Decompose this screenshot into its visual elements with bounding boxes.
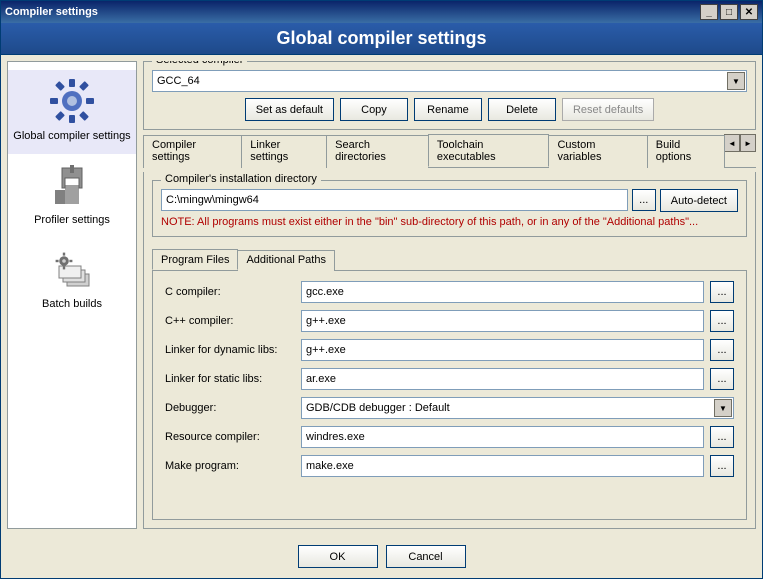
main-tabs: Compiler settings Linker settings Search… [143,134,756,168]
copy-button[interactable]: Copy [340,98,408,121]
auto-detect-button[interactable]: Auto-detect [660,189,738,212]
dropdown-value: GCC_64 [157,75,200,87]
sidebar-item-label: Batch builds [42,298,102,310]
window: Compiler settings _ □ ✕ Global compiler … [0,0,763,579]
sub-tab-additional-paths[interactable]: Additional Paths [237,250,335,271]
window-title: Compiler settings [5,6,700,18]
debugger-dropdown[interactable]: GDB/CDB debugger : Default ▼ [301,397,734,419]
browse-button[interactable]: ... [710,426,734,448]
tab-search-directories[interactable]: Search directories [326,135,429,168]
ok-button[interactable]: OK [298,545,378,568]
cpp-compiler-input[interactable] [301,310,704,332]
footer: OK Cancel [1,535,762,578]
form-label: C compiler: [165,286,295,298]
browse-button[interactable]: ... [710,310,734,332]
browse-button[interactable]: ... [710,455,734,477]
rename-button[interactable]: Rename [414,98,482,121]
dropdown-value: GDB/CDB debugger : Default [306,402,450,414]
row-linker-dynamic: Linker for dynamic libs: ... [165,339,734,361]
sidebar-item-profiler[interactable]: Profiler settings [8,154,136,238]
sub-tabs: Program Files Additional Paths [152,249,747,271]
row-resource-compiler: Resource compiler: ... [165,426,734,448]
install-dir-fieldset: Compiler's installation directory ... Au… [152,180,747,237]
reset-defaults-button: Reset defaults [562,98,654,121]
make-program-input[interactable] [301,455,704,477]
tab-compiler-settings[interactable]: Compiler settings [143,135,242,168]
fieldset-legend: Selected compiler [152,61,247,66]
tabs-scroll-left[interactable]: ◄ [724,134,740,152]
titlebar: Compiler settings _ □ ✕ [1,1,762,23]
window-controls: _ □ ✕ [700,4,758,20]
cancel-button[interactable]: Cancel [386,545,466,568]
form-label: Linker for static libs: [165,373,295,385]
tab-linker-settings[interactable]: Linker settings [241,135,327,168]
batch-icon [42,244,102,294]
row-debugger: Debugger: GDB/CDB debugger : Default ▼ [165,397,734,419]
sidebar-item-global-compiler[interactable]: Global compiler settings [8,70,136,154]
form-label: Resource compiler: [165,431,295,443]
tab-build-options[interactable]: Build options [647,135,725,168]
close-button[interactable]: ✕ [740,4,758,20]
linker-dynamic-input[interactable] [301,339,704,361]
resource-compiler-input[interactable] [301,426,704,448]
fieldset-legend: Compiler's installation directory [161,173,321,185]
browse-button[interactable]: ... [632,189,656,211]
install-dir-note: NOTE: All programs must exist either in … [161,216,738,228]
selected-compiler-fieldset: Selected compiler GCC_64 ▼ Set as defaul… [143,61,756,130]
install-dir-input[interactable] [161,189,628,211]
c-compiler-input[interactable] [301,281,704,303]
form-label: Debugger: [165,402,295,414]
tab-content: Compiler's installation directory ... Au… [143,172,756,529]
row-linker-static: Linker for static libs: ... [165,368,734,390]
chevron-down-icon: ▼ [714,399,732,417]
profiler-icon [42,160,102,210]
browse-button[interactable]: ... [710,281,734,303]
sub-tab-program-files[interactable]: Program Files [152,249,238,270]
tabs-scroll-right[interactable]: ► [740,134,756,152]
form-label: Linker for dynamic libs: [165,344,295,356]
tab-toolchain-executables[interactable]: Toolchain executables [428,134,550,167]
browse-button[interactable]: ... [710,368,734,390]
row-c-compiler: C compiler: ... [165,281,734,303]
compiler-dropdown[interactable]: GCC_64 ▼ [152,70,747,92]
sidebar: Global compiler settings Profiler settin… [7,61,137,529]
tab-custom-variables[interactable]: Custom variables [548,135,647,168]
row-make-program: Make program: ... [165,455,734,477]
main-panel: Selected compiler GCC_64 ▼ Set as defaul… [143,61,756,529]
sub-tab-content: C compiler: ... C++ compiler: ... Linker… [152,271,747,520]
delete-button[interactable]: Delete [488,98,556,121]
chevron-down-icon: ▼ [727,72,745,90]
sidebar-item-batch[interactable]: Batch builds [8,238,136,322]
gear-icon [42,76,102,126]
sidebar-item-label: Profiler settings [34,214,110,226]
tabs-scroll: ◄ ► [724,134,756,167]
linker-static-input[interactable] [301,368,704,390]
minimize-button[interactable]: _ [700,4,718,20]
row-cpp-compiler: C++ compiler: ... [165,310,734,332]
sidebar-item-label: Global compiler settings [13,130,130,142]
content: Global compiler settings Profiler settin… [1,55,762,535]
form-label: C++ compiler: [165,315,295,327]
browse-button[interactable]: ... [710,339,734,361]
form-label: Make program: [165,460,295,472]
page-title: Global compiler settings [1,23,762,55]
set-default-button[interactable]: Set as default [245,98,334,121]
maximize-button[interactable]: □ [720,4,738,20]
